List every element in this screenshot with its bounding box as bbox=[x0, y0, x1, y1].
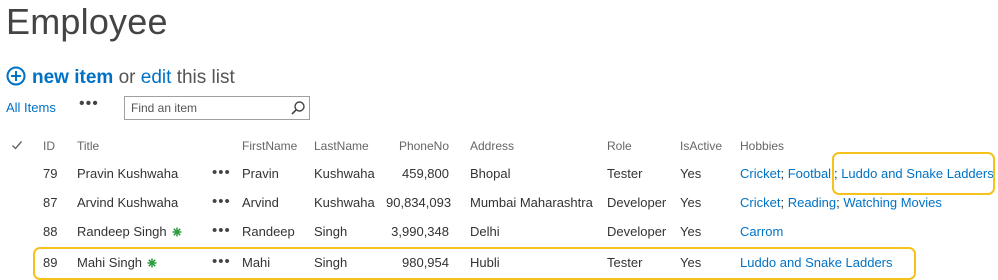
item-more-ellipsis[interactable]: ••• bbox=[212, 189, 231, 215]
table-row[interactable]: 79 Pravin Kushwaha ••• Pravin Kushwaha 4… bbox=[0, 160, 998, 188]
hobby-link[interactable]: Cricket bbox=[740, 195, 780, 210]
cell-id: 88 bbox=[43, 224, 58, 239]
cell-hobbies: Cricket; Reading; Watching Movies bbox=[740, 189, 942, 217]
cell-firstname: Arvind bbox=[242, 195, 279, 210]
hobby-separator: ; bbox=[780, 166, 785, 181]
cell-lastname: Singh bbox=[314, 224, 348, 239]
search-box bbox=[124, 96, 310, 120]
cell-hobbies: Luddo and Snake Ladders bbox=[740, 249, 893, 277]
sharepoint-list-page: Employee new item or edit this list All … bbox=[0, 0, 998, 280]
hobby-separator: ; bbox=[836, 195, 840, 210]
table-row[interactable]: 88 Randeep Singh ••• Randeep Singh 3,990… bbox=[0, 218, 998, 246]
hobby-link[interactable]: Watching Movies bbox=[843, 195, 942, 210]
new-item-command-bar: new item or edit this list bbox=[6, 66, 235, 90]
column-header-title[interactable]: Title bbox=[77, 136, 99, 156]
cell-title[interactable]: Mahi Singh bbox=[77, 249, 157, 277]
item-more-ellipsis[interactable]: ••• bbox=[212, 218, 231, 244]
cell-firstname: Mahi bbox=[242, 255, 271, 270]
cell-role: Developer bbox=[607, 195, 667, 210]
column-header-address[interactable]: Address bbox=[470, 136, 514, 156]
cell-id: 89 bbox=[43, 255, 58, 270]
table-row[interactable]: 89 Mahi Singh ••• Mahi Singh 980,954 Hub… bbox=[0, 249, 998, 277]
view-all-items-link[interactable]: All Items bbox=[6, 96, 56, 120]
hobby-link[interactable]: Cricket bbox=[740, 166, 780, 181]
column-header-phoneno[interactable]: PhoneNo bbox=[386, 136, 449, 156]
cell-phoneno: 980,954 bbox=[402, 255, 449, 270]
cell-address: Delhi bbox=[470, 224, 500, 239]
cell-phoneno: 3,990,348 bbox=[391, 224, 449, 239]
select-all-check-icon[interactable] bbox=[11, 139, 23, 151]
column-header-role[interactable]: Role bbox=[607, 136, 632, 156]
cell-title[interactable]: Pravin Kushwaha bbox=[77, 160, 178, 188]
hobby-link[interactable]: Football bbox=[788, 166, 834, 181]
hobby-separator: ; bbox=[833, 166, 838, 181]
item-more-ellipsis[interactable]: ••• bbox=[212, 249, 231, 275]
cell-title-text[interactable]: Randeep Singh bbox=[77, 224, 167, 239]
search-icon[interactable] bbox=[290, 100, 306, 116]
column-header-hobbies[interactable]: Hobbies bbox=[740, 136, 784, 156]
cell-isactive: Yes bbox=[680, 195, 702, 210]
cell-address: Bhopal bbox=[470, 166, 511, 181]
cell-lastname: Kushwaha bbox=[314, 166, 375, 181]
cell-lastname: Singh bbox=[314, 255, 348, 270]
cell-firstname: Pravin bbox=[242, 166, 279, 181]
this-list-text: this list bbox=[176, 67, 235, 88]
new-item-star-icon bbox=[172, 227, 182, 237]
hobby-link[interactable]: Luddo and Snake Ladders bbox=[740, 255, 893, 270]
cell-role: Developer bbox=[607, 224, 667, 239]
cell-firstname: Randeep bbox=[242, 224, 295, 239]
cell-id: 87 bbox=[43, 195, 58, 210]
hobby-link[interactable]: Luddo and Snake Ladders bbox=[841, 166, 994, 181]
column-header-id[interactable]: ID bbox=[43, 136, 55, 156]
new-item-star-icon bbox=[147, 258, 157, 268]
cell-isactive: Yes bbox=[680, 224, 702, 239]
table-header: ID Title FirstName LastName PhoneNo Addr… bbox=[0, 136, 998, 156]
hobby-link[interactable]: Reading bbox=[788, 195, 836, 210]
item-more-ellipsis[interactable]: ••• bbox=[212, 160, 231, 186]
cell-isactive: Yes bbox=[680, 255, 702, 270]
cell-lastname: Kushwaha bbox=[314, 195, 375, 210]
column-header-firstname[interactable]: FirstName bbox=[242, 136, 297, 156]
table-row[interactable]: 87 Arvind Kushwaha ••• Arvind Kushwaha 9… bbox=[0, 189, 998, 217]
cell-address: Hubli bbox=[470, 255, 500, 270]
cell-role: Tester bbox=[607, 255, 643, 270]
cell-phoneno: 90,834,093 bbox=[386, 195, 452, 210]
cell-phoneno: 459,800 bbox=[402, 166, 449, 181]
cell-title-text[interactable]: Mahi Singh bbox=[77, 255, 142, 270]
cell-id: 79 bbox=[43, 166, 58, 181]
add-circle-icon[interactable] bbox=[6, 66, 26, 86]
search-input[interactable] bbox=[131, 97, 281, 119]
cell-hobbies: Cricket; Football; Luddo and Snake Ladde… bbox=[740, 160, 994, 188]
view-more-ellipsis[interactable]: ••• bbox=[79, 92, 99, 116]
cell-title[interactable]: Randeep Singh bbox=[77, 218, 182, 246]
cell-isactive: Yes bbox=[680, 166, 702, 181]
column-header-isactive[interactable]: IsActive bbox=[680, 136, 722, 156]
cell-hobbies: Carrom bbox=[740, 218, 783, 246]
or-text: or bbox=[118, 67, 136, 88]
column-header-lastname[interactable]: LastName bbox=[314, 136, 369, 156]
cell-title[interactable]: Arvind Kushwaha bbox=[77, 189, 178, 217]
cell-address: Mumbai Maharashtra bbox=[470, 195, 593, 210]
cell-role: Tester bbox=[607, 166, 643, 181]
page-title: Employee bbox=[6, 1, 168, 42]
new-item-link[interactable]: new item bbox=[32, 67, 113, 88]
edit-link[interactable]: edit bbox=[141, 67, 172, 88]
hobby-link[interactable]: Carrom bbox=[740, 224, 783, 239]
hobby-separator: ; bbox=[780, 195, 785, 210]
